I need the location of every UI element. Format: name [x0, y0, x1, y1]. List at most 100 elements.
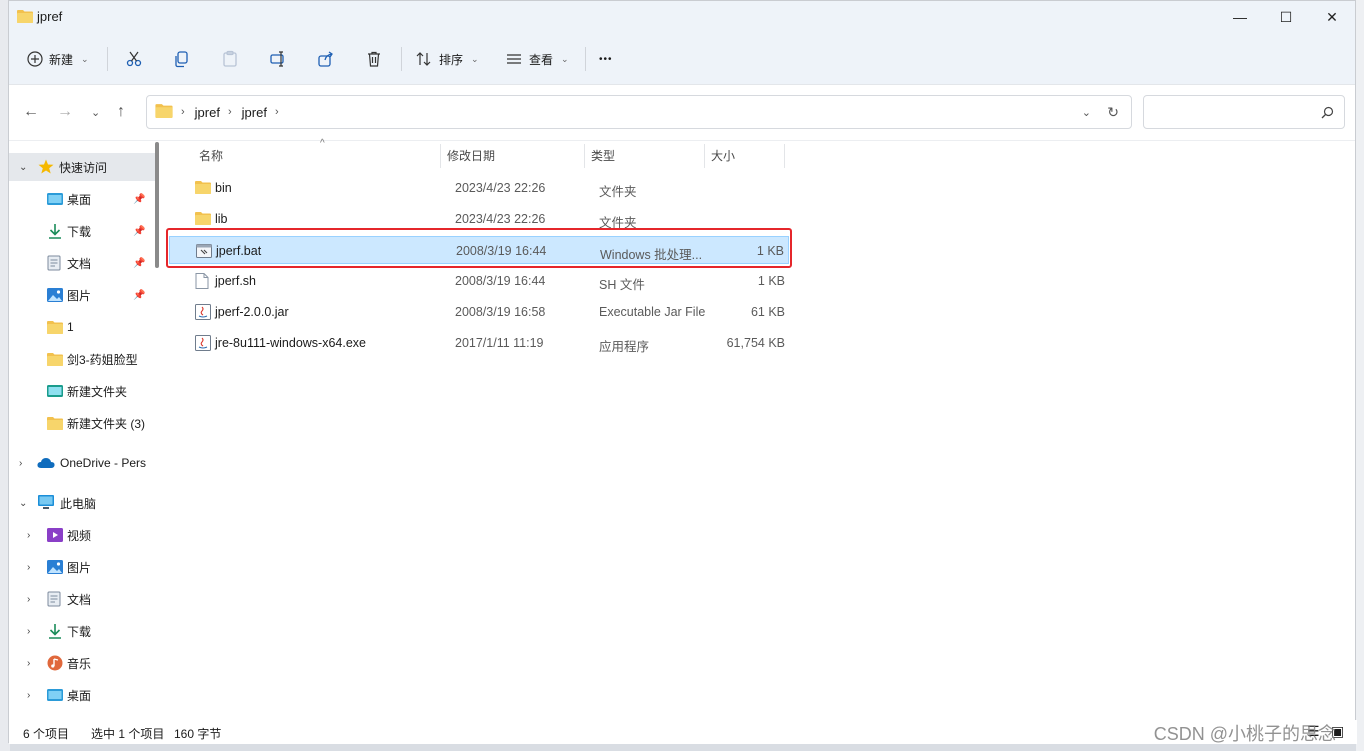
- sort-button[interactable]: 排序 ⌄: [415, 45, 479, 73]
- nav-item-desktop[interactable]: › 桌面: [9, 681, 157, 709]
- new-button[interactable]: 新建 ⌄: [27, 45, 89, 73]
- document-icon: [47, 255, 63, 271]
- nav-item-folder[interactable]: 剑3-药姐脸型: [9, 345, 157, 373]
- folder-icon: [195, 211, 211, 227]
- column-header-name[interactable]: 名称: [199, 142, 223, 169]
- chevron-right-icon: ›: [227, 106, 232, 118]
- breadcrumb-item[interactable]: jpref: [195, 105, 220, 120]
- forward-arrow-icon[interactable]: →: [57, 103, 73, 121]
- file-type: Windows 批处理...: [600, 248, 703, 262]
- file-row[interactable]: jperf-2.0.0.jar 2008/3/19 16:58 Executab…: [169, 298, 789, 326]
- chevron-down-icon: ⌄: [561, 53, 569, 64]
- search-icon: [1321, 106, 1334, 119]
- file-row[interactable]: lib 2023/4/23 22:26 文件夹: [169, 205, 789, 233]
- view-icon: [507, 54, 521, 64]
- batch-file-icon: [196, 243, 212, 259]
- file-row[interactable]: bin 2023/4/23 22:26 文件夹: [169, 174, 789, 202]
- minimize-button[interactable]: —: [1217, 1, 1263, 33]
- scissors-icon: [126, 51, 142, 67]
- chevron-right-icon: ›: [27, 561, 31, 573]
- nav-label: 桌面: [67, 688, 92, 703]
- nav-item-folder[interactable]: 新建文件夹: [9, 377, 157, 405]
- nav-item-onedrive[interactable]: › OneDrive - Pers: [9, 449, 157, 477]
- nav-item-documents[interactable]: › 文档: [9, 585, 157, 613]
- up-arrow-icon[interactable]: ↑: [117, 103, 125, 121]
- view-button[interactable]: 查看 ⌄: [505, 45, 569, 73]
- breadcrumb-item[interactable]: jpref: [242, 105, 267, 120]
- file-row-selected[interactable]: jperf.bat 2008/3/19 16:44 Windows 批处理...…: [169, 236, 789, 264]
- column-header-size[interactable]: 大小: [711, 142, 735, 169]
- maximize-button[interactable]: ☐: [1263, 1, 1309, 33]
- file-name: jperf.bat: [216, 244, 262, 258]
- search-input[interactable]: [1143, 95, 1345, 129]
- nav-item-desktop[interactable]: 桌面 📌: [9, 185, 157, 213]
- nav-item-videos[interactable]: › 视频: [9, 521, 157, 549]
- file-row[interactable]: jperf.sh 2008/3/19 16:44 SH 文件 1 KB: [169, 267, 789, 295]
- desktop-icon: [47, 688, 63, 702]
- nav-item-quick-access[interactable]: ⌄ 快速访问: [9, 153, 157, 181]
- chevron-down-icon: ⌄: [19, 161, 28, 173]
- folder-icon: [17, 9, 33, 23]
- nav-item-downloads[interactable]: › 下载: [9, 617, 157, 645]
- address-dropdown-chevron-icon[interactable]: ⌄: [1082, 106, 1091, 119]
- column-divider[interactable]: [704, 144, 705, 168]
- computer-icon: [38, 495, 54, 509]
- cut-button[interactable]: [125, 45, 143, 73]
- rename-button[interactable]: [269, 45, 287, 73]
- file-type: 文件夹: [599, 216, 637, 230]
- folder-icon: [155, 103, 173, 121]
- nav-item-folder[interactable]: 1: [9, 313, 157, 341]
- paste-button[interactable]: [221, 45, 239, 73]
- file-date: 2017/1/11 11:19: [455, 336, 544, 350]
- file-type: 应用程序: [599, 340, 650, 354]
- back-arrow-icon[interactable]: ←: [23, 103, 39, 121]
- nav-item-documents[interactable]: 文档 📌: [9, 249, 157, 277]
- file-name: bin: [215, 181, 232, 195]
- nav-item-pictures[interactable]: 图片 📌: [9, 281, 157, 309]
- column-divider[interactable]: [440, 144, 441, 168]
- desktop-folder-icon: [47, 384, 63, 398]
- recent-locations-chevron-icon[interactable]: ⌄: [91, 106, 100, 119]
- chevron-right-icon: ›: [27, 593, 31, 605]
- nav-item-music[interactable]: › 音乐: [9, 649, 157, 677]
- column-divider[interactable]: [784, 144, 785, 168]
- download-icon: [47, 623, 63, 639]
- new-label: 新建: [49, 52, 74, 67]
- address-bar[interactable]: › jpref › jpref › ⌄ ↻: [146, 95, 1132, 129]
- share-icon: [318, 51, 333, 67]
- file-date: 2008/3/19 16:44: [455, 274, 546, 288]
- nav-label: 文档: [67, 256, 92, 271]
- file-size: 1 KB: [756, 244, 784, 258]
- nav-label: 下载: [67, 224, 92, 239]
- nav-item-downloads[interactable]: 下载 📌: [9, 217, 157, 245]
- chevron-down-icon: ⌄: [471, 53, 479, 64]
- chevron-right-icon: ›: [27, 529, 31, 541]
- exe-file-icon: [195, 335, 211, 351]
- address-row: ← → ⌄ ↑ › jpref › jpref › ⌄ ↻: [9, 85, 1355, 141]
- refresh-icon[interactable]: ↻: [1107, 104, 1119, 121]
- nav-item-pictures[interactable]: › 图片: [9, 553, 157, 581]
- nav-item-this-pc[interactable]: ⌄ 此电脑: [9, 489, 157, 517]
- close-button[interactable]: ✕: [1309, 1, 1355, 33]
- delete-button[interactable]: [365, 45, 383, 73]
- chevron-right-icon: ›: [274, 106, 279, 118]
- more-options-button[interactable]: •••: [599, 45, 613, 73]
- nav-item-folder[interactable]: 新建文件夹 (3): [9, 409, 157, 437]
- chevron-right-icon: ›: [27, 625, 31, 637]
- star-icon: [38, 159, 54, 174]
- nav-label: 图片: [67, 560, 92, 575]
- navigation-pane: ⌄ 快速访问 桌面 📌 下载 📌 文档 📌 图片 📌 1 剑3-药姐脸型 新建文…: [9, 142, 157, 720]
- column-header-date[interactable]: 修改日期: [447, 142, 495, 169]
- selection-size: 160 字节: [174, 727, 222, 741]
- column-divider[interactable]: [584, 144, 585, 168]
- column-header-type[interactable]: 类型: [591, 142, 615, 169]
- pin-icon: 📌: [133, 257, 146, 269]
- share-button[interactable]: [317, 45, 335, 73]
- folder-icon: [195, 180, 211, 196]
- folder-icon: [47, 352, 63, 366]
- navigation-scrollbar[interactable]: [155, 142, 159, 268]
- document-icon: [47, 591, 63, 607]
- view-label: 查看: [529, 52, 554, 67]
- copy-button[interactable]: [173, 45, 191, 73]
- file-row[interactable]: jre-8u111-windows-x64.exe 2017/1/11 11:1…: [169, 329, 789, 357]
